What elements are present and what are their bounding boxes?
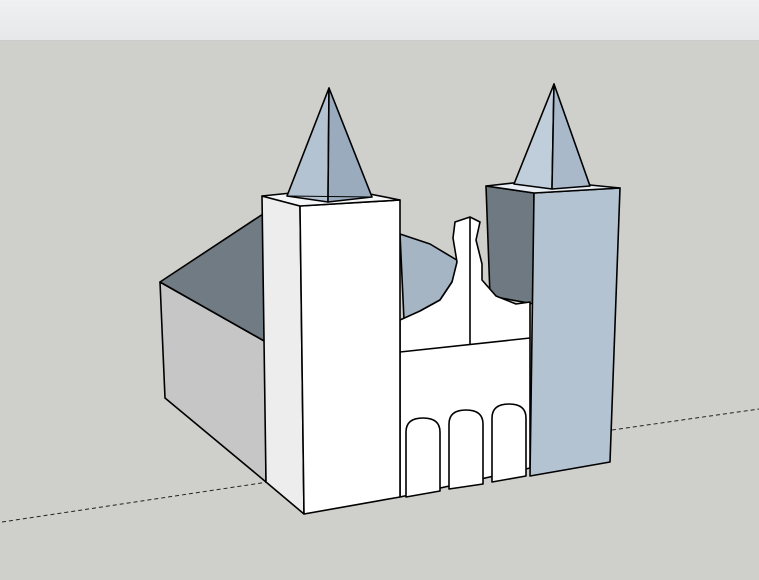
scene-canvas[interactable] <box>0 41 759 580</box>
right-tower-inner-face <box>485 185 535 305</box>
arched-window-2 <box>448 409 484 490</box>
left-spire-right-face <box>327 87 373 203</box>
right-spire-left-face <box>513 83 555 190</box>
left-tower-side <box>261 195 305 515</box>
arched-window-3 <box>491 403 527 483</box>
left-tower-front <box>299 199 401 515</box>
ground-axis-right <box>611 408 759 431</box>
right-tower-side <box>529 187 621 477</box>
modeling-viewport[interactable] <box>0 41 759 580</box>
application-window <box>0 0 759 580</box>
arched-window-1 <box>405 417 441 498</box>
right-spire-right-face <box>551 83 591 190</box>
left-spire-left-face <box>286 87 330 203</box>
ground-axis-left <box>1 481 269 523</box>
toolbar-area <box>0 0 759 41</box>
